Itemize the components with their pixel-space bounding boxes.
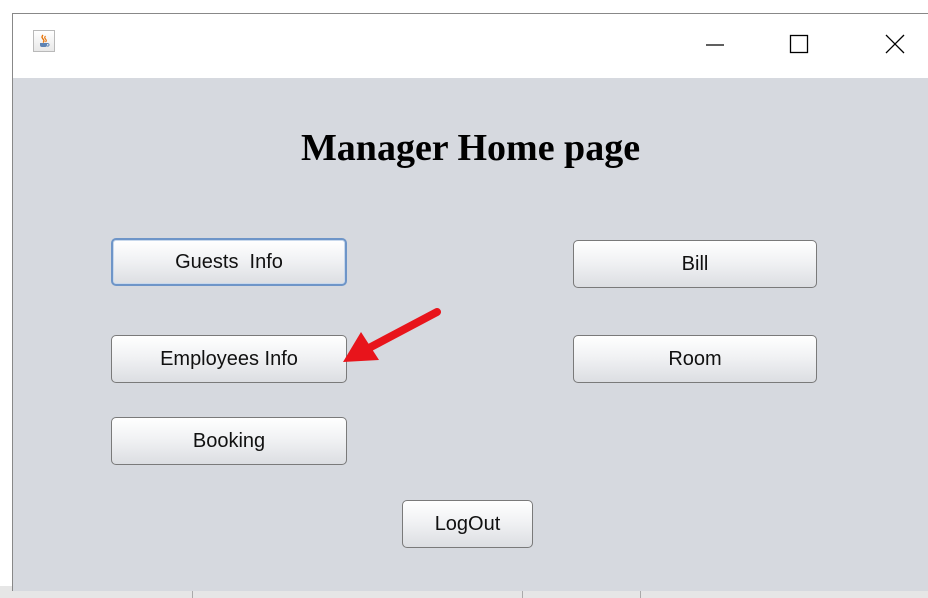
- minimize-icon: [706, 44, 724, 46]
- employees-info-button[interactable]: Employees Info: [111, 335, 347, 383]
- manager-home-window: Manager Home page Guests Info Bill Emplo…: [12, 13, 928, 591]
- room-button[interactable]: Room: [573, 335, 817, 383]
- bill-button[interactable]: Bill: [573, 240, 817, 288]
- maximize-button[interactable]: [769, 22, 829, 66]
- red-arrow-annotation: [343, 308, 441, 362]
- guests-info-button[interactable]: Guests Info: [111, 238, 347, 286]
- maximize-icon: [789, 34, 809, 54]
- close-icon: [885, 34, 905, 54]
- java-cup-icon[interactable]: [33, 30, 55, 52]
- main-panel: Manager Home page Guests Info Bill Emplo…: [13, 78, 928, 591]
- booking-button[interactable]: Booking: [111, 417, 347, 465]
- close-button[interactable]: [865, 22, 925, 66]
- logout-button[interactable]: LogOut: [402, 500, 533, 548]
- title-bar: [13, 14, 928, 78]
- minimize-button[interactable]: [685, 22, 745, 66]
- page-title: Manager Home page: [300, 127, 641, 169]
